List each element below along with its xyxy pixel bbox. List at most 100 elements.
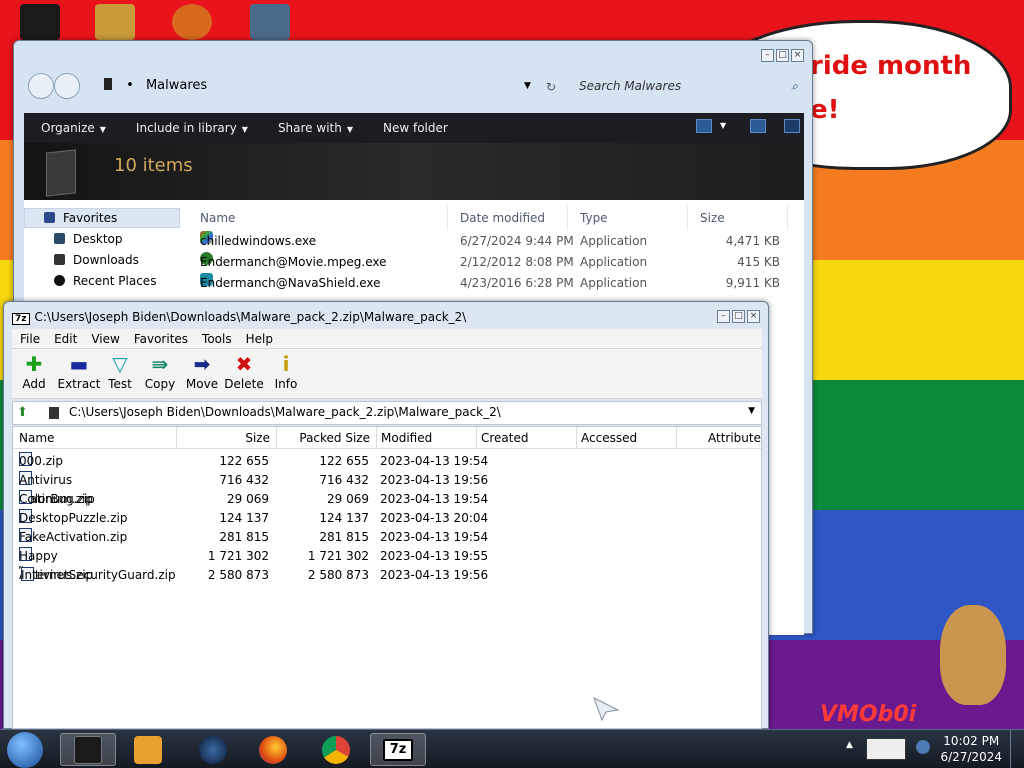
move-button[interactable]: ➡ Move: [182, 353, 222, 391]
new-folder-button[interactable]: New folder: [383, 121, 448, 135]
table-row[interactable]: Antivirus Platinum.zip 716 432 716 432 2…: [13, 471, 761, 506]
test-button[interactable]: ▽ Test: [100, 353, 140, 391]
table-row[interactable]: InternetSecurityGuard.zip 2 580 873 2 58…: [13, 566, 761, 585]
maximize-button[interactable]: □: [732, 310, 745, 323]
info-button[interactable]: i Info: [266, 353, 306, 391]
tray-7zip-icon[interactable]: [866, 738, 906, 760]
share-with-button[interactable]: Share with ▼: [278, 121, 353, 135]
delete-button[interactable]: ✖ Delete: [224, 353, 264, 391]
desktop-icon: [54, 233, 65, 244]
help-icon[interactable]: [784, 119, 800, 133]
chevron-down-icon: ▼: [346, 125, 353, 134]
address-bar[interactable]: • Malwares ▼: [104, 75, 534, 97]
7zip-app-icon: 7z: [383, 738, 413, 761]
column-header-packed-size[interactable]: Packed Size: [277, 427, 377, 449]
table-row[interactable]: Happy Antivirus.zip 1 721 302 1 721 302 …: [13, 547, 761, 582]
taskbar-chrome[interactable]: [308, 733, 364, 766]
firefox-icon: [259, 735, 287, 764]
nav-desktop-item[interactable]: Desktop: [54, 230, 123, 248]
column-header-name[interactable]: Name: [188, 206, 448, 230]
column-header-created[interactable]: Created: [477, 427, 577, 449]
back-button[interactable]: [28, 73, 54, 99]
table-row[interactable]: ColorBug.zip 29 069 29 069 2023-04-13 19…: [13, 490, 761, 509]
system-clock[interactable]: 10:02 PM 6/27/2024: [940, 733, 1002, 765]
folder-icon: [104, 78, 112, 90]
column-header-name[interactable]: Name: [13, 427, 177, 449]
add-button[interactable]: ✚ Add: [14, 353, 54, 391]
file-size: 415 KB: [737, 255, 780, 269]
file-date: 2/12/2012 8:08 PM: [460, 255, 574, 269]
maximize-button[interactable]: □: [776, 49, 789, 62]
delete-label: Delete: [224, 377, 264, 391]
path-dropdown-icon[interactable]: ▼: [748, 406, 755, 416]
column-header-date[interactable]: Date modified: [448, 206, 568, 230]
column-header-attributes[interactable]: Attribute: [677, 427, 761, 449]
organize-button[interactable]: Organize ▼: [41, 121, 106, 135]
7zip-path-bar[interactable]: ⬆ C:\Users\Joseph Biden\Downloads\Malwar…: [12, 401, 762, 425]
show-desktop-button[interactable]: [1010, 730, 1024, 768]
taskbar-firefox[interactable]: [245, 733, 301, 766]
column-header-size[interactable]: Size: [688, 206, 788, 230]
up-folder-icon[interactable]: ⬆: [17, 405, 28, 420]
search-input[interactable]: Search Malwares ⌕: [569, 75, 802, 97]
taskbar-media-player[interactable]: [120, 733, 176, 766]
minimize-button[interactable]: –: [717, 310, 730, 323]
copy-button[interactable]: ⇛ Copy: [140, 353, 180, 391]
table-row[interactable]: DesktopPuzzle.zip 124 137 124 137 2023-0…: [13, 509, 761, 528]
nav-recent-item[interactable]: Recent Places: [54, 272, 156, 290]
organize-label: Organize: [41, 121, 95, 135]
desktop-icon[interactable]: [20, 4, 60, 40]
address-dropdown-icon[interactable]: ▼: [524, 75, 531, 97]
explorer-app-icon: [74, 735, 102, 764]
menu-edit[interactable]: Edit: [54, 329, 77, 348]
breadcrumb-current[interactable]: Malwares: [146, 78, 207, 93]
search-icon: ⌕: [791, 79, 798, 93]
desktop-icon[interactable]: [172, 4, 212, 40]
menu-file[interactable]: File: [20, 329, 40, 348]
chevron-down-icon[interactable]: ▼: [720, 121, 726, 130]
move-arrow-icon: ➡: [193, 352, 211, 376]
extract-button[interactable]: ▬ Extract: [56, 353, 102, 391]
file-row[interactable]: Endermanch@Movie.mpeg.exe 2/12/2012 8:08…: [188, 252, 788, 273]
menu-view[interactable]: View: [91, 329, 119, 348]
desktop-icon[interactable]: [250, 4, 290, 40]
taskbar-globe-app[interactable]: [185, 733, 241, 766]
nav-favorites-item[interactable]: Favorites: [44, 209, 117, 227]
start-button[interactable]: [7, 732, 43, 768]
folder-thumbnail-icon: [46, 149, 76, 197]
item-count: 10 items: [114, 155, 193, 176]
tray-network-icon[interactable]: [916, 740, 930, 754]
tray-arrow-icon[interactable]: ▲: [846, 740, 853, 750]
nav-downloads-item[interactable]: Downloads: [54, 251, 139, 269]
table-row[interactable]: 000.zip 122 655 122 655 2023-04-13 19:54: [13, 452, 761, 471]
column-header-accessed[interactable]: Accessed: [577, 427, 677, 449]
table-row[interactable]: FakeActivation.zip 281 815 281 815 2023-…: [13, 528, 761, 547]
zip-file-packed: 1 721 302: [307, 549, 369, 563]
chevron-down-icon: ▼: [99, 125, 106, 134]
desktop-icon[interactable]: [95, 4, 135, 40]
file-date: 4/23/2016 6:28 PM: [460, 276, 574, 290]
menu-help[interactable]: Help: [246, 329, 273, 348]
column-header-size[interactable]: Size: [177, 427, 277, 449]
search-placeholder: Search Malwares: [579, 79, 682, 93]
column-header-modified[interactable]: Modified: [377, 427, 477, 449]
globe-icon: [199, 735, 227, 764]
menu-favorites[interactable]: Favorites: [134, 329, 188, 348]
close-button[interactable]: ×: [747, 310, 760, 323]
refresh-icon[interactable]: ↻: [546, 80, 556, 94]
file-row[interactable]: chilledwindows.exe 6/27/2024 9:44 PM App…: [188, 231, 788, 252]
minimize-button[interactable]: –: [761, 49, 774, 62]
include-library-button[interactable]: Include in library ▼: [136, 121, 248, 135]
close-button[interactable]: ×: [791, 49, 804, 62]
taskbar-explorer[interactable]: [60, 733, 116, 766]
menu-tools[interactable]: Tools: [202, 329, 232, 348]
column-header-type[interactable]: Type: [568, 206, 688, 230]
folder-info-banner: 10 items: [24, 143, 804, 200]
nav-desktop-label: Desktop: [73, 232, 123, 246]
forward-button[interactable]: [54, 73, 80, 99]
chrome-icon: [322, 735, 350, 764]
taskbar-7zip[interactable]: 7z: [370, 733, 426, 766]
view-options-icon[interactable]: [696, 119, 712, 133]
preview-pane-icon[interactable]: [750, 119, 766, 133]
file-row[interactable]: Endermanch@NavaShield.exe 4/23/2016 6:28…: [188, 273, 788, 294]
